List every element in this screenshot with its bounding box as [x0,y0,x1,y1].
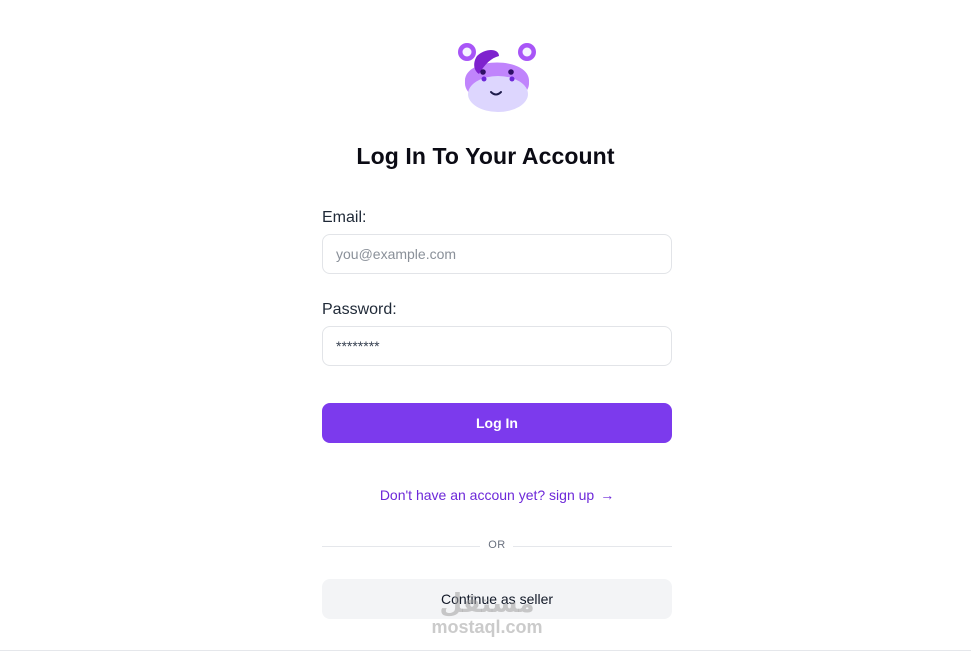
password-label: Password: [322,301,397,318]
signup-link-text: Don't have an accoun yet? sign up [379,487,595,503]
login-form: Email: Password: Log In Don't have an ac… [322,0,672,659]
password-field[interactable] [322,326,672,366]
login-page: Log In To Your Account Email: Password: … [0,0,971,659]
email-label: Email: [322,209,367,226]
arrow-right-icon: → [600,487,615,503]
signup-link[interactable]: Don't have an accoun yet? sign up → [322,487,672,503]
or-divider: OR [322,538,672,554]
bottom-divider [0,650,971,651]
login-button[interactable]: Log In [322,403,672,443]
divider-text: OR [488,539,506,551]
continue-as-seller-button[interactable]: Continue as seller [322,579,672,619]
email-field[interactable] [322,234,672,274]
